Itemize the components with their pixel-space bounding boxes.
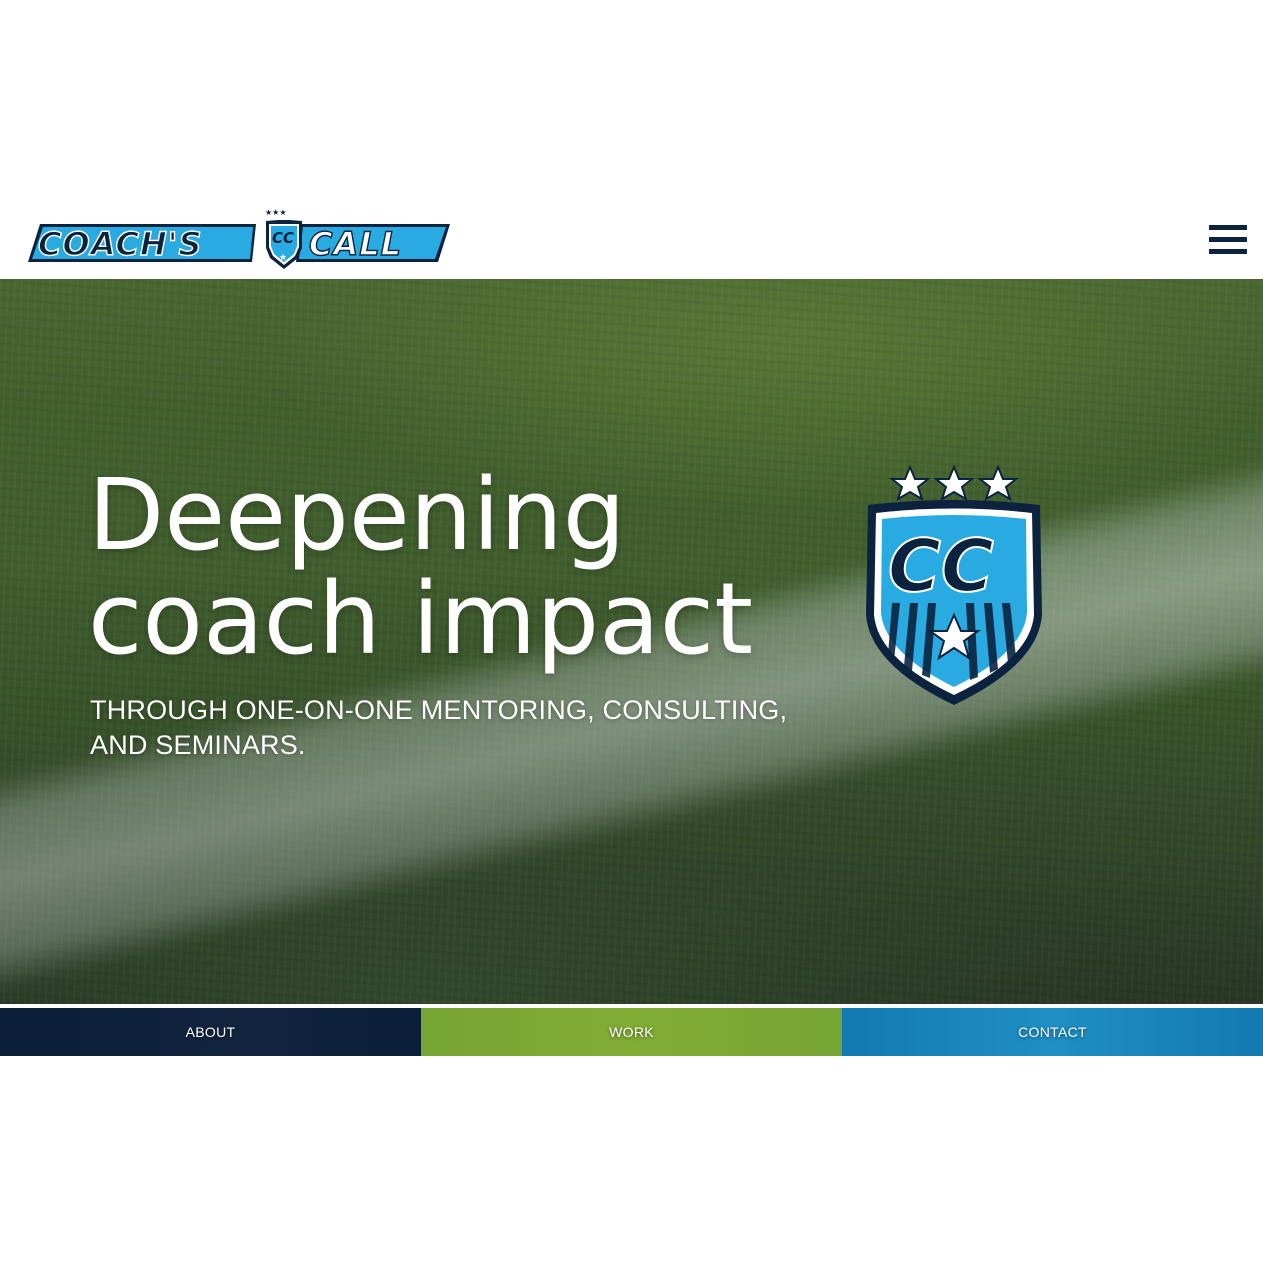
- menu-bar: [1209, 225, 1247, 230]
- bottom-nav: ABOUT WORK CONTACT: [0, 1008, 1263, 1056]
- nav-work-button[interactable]: WORK: [421, 1008, 842, 1056]
- crest-logo: CC: [866, 465, 1042, 705]
- hamburger-menu-icon[interactable]: [1206, 222, 1248, 258]
- hero-subtitle: THROUGH ONE-ON-ONE MENTORING, CONSULTING…: [90, 695, 788, 760]
- hero-title: Deepening coach impact: [88, 464, 753, 672]
- nav-contact-button[interactable]: CONTACT: [842, 1008, 1263, 1056]
- svg-text:COACH'S: COACH'S: [38, 225, 203, 263]
- coachs-call-logo[interactable]: COACH'S CALL CC ★★★ ★: [28, 208, 450, 272]
- star-icon: [933, 465, 975, 502]
- menu-bar: [1209, 237, 1247, 242]
- nav-about-button[interactable]: ABOUT: [0, 1008, 421, 1056]
- star-icon: [977, 465, 1019, 502]
- svg-text:CALL: CALL: [309, 225, 402, 263]
- hero-title-line-2: coach impact: [88, 562, 754, 677]
- svg-text:CC: CC: [272, 229, 294, 247]
- menu-bar: [1209, 249, 1247, 254]
- star-icon: [889, 465, 931, 502]
- page: COACH'S CALL CC ★★★ ★ Deepening coach im…: [0, 0, 1263, 1263]
- hero-title-line-1: Deepening: [88, 458, 626, 573]
- hero-banner: Deepening coach impact THROUGH ONE-ON-ON…: [0, 279, 1263, 1004]
- svg-text:★★★: ★★★: [265, 208, 287, 217]
- site-header: COACH'S CALL CC ★★★ ★: [0, 200, 1263, 279]
- svg-text:★: ★: [279, 253, 287, 263]
- svg-text:CC: CC: [888, 524, 994, 608]
